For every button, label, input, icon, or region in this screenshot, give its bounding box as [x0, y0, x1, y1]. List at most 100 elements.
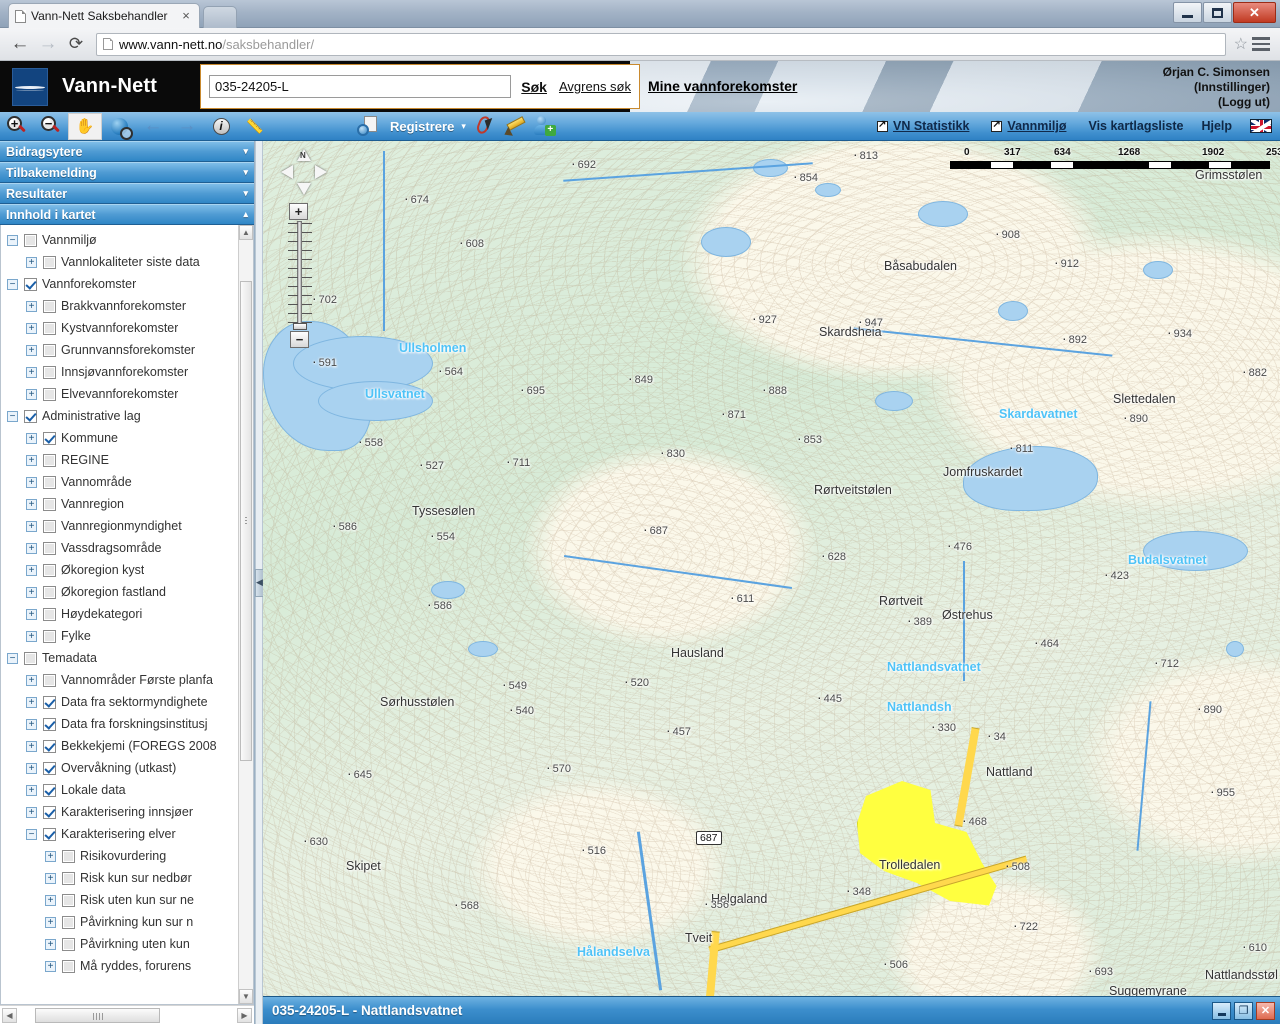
- layer-checkbox[interactable]: [43, 497, 56, 511]
- tree-node[interactable]: + Må ryddes, forurens: [7, 955, 238, 977]
- tree-horizontal-scrollbar[interactable]: ◀ ▶: [0, 1005, 254, 1024]
- layer-checkbox[interactable]: [43, 321, 56, 335]
- scroll-up-icon[interactable]: ▲: [239, 225, 253, 240]
- layer-checkbox[interactable]: [62, 937, 75, 951]
- edit-pencil-icon[interactable]: [501, 116, 528, 140]
- tree-node[interactable]: + Brakkvannforekomster: [7, 295, 238, 317]
- tree-node[interactable]: + Kystvannforekomster: [7, 317, 238, 339]
- draw-line-icon[interactable]: [474, 114, 500, 137]
- expand-icon[interactable]: +: [26, 520, 37, 532]
- advanced-search-link[interactable]: Avgrens søk: [559, 79, 631, 94]
- maximize-button[interactable]: [1203, 2, 1232, 23]
- layer-checkbox[interactable]: [62, 915, 75, 929]
- expand-icon[interactable]: +: [26, 762, 37, 774]
- collapse-icon[interactable]: −: [7, 652, 18, 664]
- tree-node[interactable]: + Innsjøvannforekomster: [7, 361, 238, 383]
- zoom-in-tool-icon[interactable]: +: [0, 113, 34, 140]
- pan-east-icon[interactable]: [315, 165, 327, 179]
- pan-control[interactable]: N: [281, 149, 327, 195]
- back-icon[interactable]: ←: [6, 30, 34, 58]
- user-logout-link[interactable]: (Logg ut): [1163, 95, 1270, 110]
- tree-node[interactable]: + Økoregion kyst: [7, 559, 238, 581]
- minimize-button[interactable]: [1173, 2, 1202, 23]
- scroll-down-icon[interactable]: ▼: [239, 989, 253, 1004]
- browser-menu-icon[interactable]: [1252, 37, 1270, 51]
- layer-checkbox[interactable]: [43, 563, 56, 577]
- layer-checkbox[interactable]: [62, 959, 75, 973]
- measure-tool-icon[interactable]: 📏: [238, 113, 272, 140]
- layer-checkbox[interactable]: [24, 277, 37, 291]
- zoom-out-tool-icon[interactable]: −: [34, 113, 68, 140]
- layer-checkbox[interactable]: [43, 629, 56, 643]
- layer-checkbox[interactable]: [43, 255, 56, 269]
- map-viewport[interactable]: 0 317 634 1268 1902 2536 Meters N: [263, 141, 1280, 1024]
- user-settings-link[interactable]: (Innstillinger): [1163, 80, 1270, 95]
- expand-icon[interactable]: +: [26, 322, 37, 334]
- layer-checkbox[interactable]: [43, 783, 56, 797]
- expand-icon[interactable]: +: [45, 938, 56, 950]
- expand-icon[interactable]: +: [26, 344, 37, 356]
- pan-south-icon[interactable]: [297, 183, 311, 195]
- layer-checkbox[interactable]: [43, 607, 56, 621]
- expand-icon[interactable]: +: [26, 674, 37, 686]
- expand-icon[interactable]: +: [26, 630, 37, 642]
- map-canvas[interactable]: 0 317 634 1268 1902 2536 Meters N: [263, 141, 1280, 1024]
- tree-node[interactable]: + Vannområde: [7, 471, 238, 493]
- expand-icon[interactable]: +: [26, 586, 37, 598]
- hscroll-thumb[interactable]: [35, 1007, 160, 1023]
- address-bar[interactable]: www.vann-nett.no /saksbehandler/: [96, 32, 1226, 56]
- waterbody-close-button[interactable]: ✕: [1256, 1001, 1275, 1020]
- slider-thumb[interactable]: [293, 323, 307, 330]
- pan-tool-icon[interactable]: ✋: [68, 112, 102, 140]
- expand-icon[interactable]: +: [26, 498, 37, 510]
- reload-icon[interactable]: ⟳: [62, 30, 90, 58]
- tree-node[interactable]: + Data fra sektormyndighete: [7, 691, 238, 713]
- tree-node[interactable]: + Høydekategori: [7, 603, 238, 625]
- layer-checkbox[interactable]: [43, 585, 56, 599]
- pan-west-icon[interactable]: [281, 165, 293, 179]
- mine-vannforekomster-link[interactable]: Mine vannforekomster: [648, 78, 797, 94]
- expand-icon[interactable]: +: [26, 564, 37, 576]
- layer-checkbox[interactable]: [43, 519, 56, 533]
- tree-node[interactable]: − Vannforekomster: [7, 273, 238, 295]
- tree-node[interactable]: + Kommune: [7, 427, 238, 449]
- tree-node[interactable]: − Temadata: [7, 647, 238, 669]
- layer-checkbox[interactable]: [62, 849, 75, 863]
- layer-checkbox[interactable]: [43, 475, 56, 489]
- tree-node[interactable]: + Vassdragsområde: [7, 537, 238, 559]
- expand-icon[interactable]: +: [26, 696, 37, 708]
- tree-node[interactable]: + Fylke: [7, 625, 238, 647]
- expand-icon[interactable]: +: [26, 476, 37, 488]
- expand-icon[interactable]: +: [26, 300, 37, 312]
- scroll-thumb[interactable]: [240, 281, 252, 761]
- layer-checkbox[interactable]: [43, 827, 56, 841]
- waterbody-minimize-button[interactable]: [1212, 1001, 1231, 1020]
- tree-node[interactable]: + Risk kun sur nedbør: [7, 867, 238, 889]
- search-button[interactable]: Søk: [521, 79, 547, 95]
- panel-bidragsytere[interactable]: Bidragsytere ▾: [0, 141, 254, 162]
- forward-icon[interactable]: →: [34, 30, 62, 58]
- layer-checkbox[interactable]: [43, 695, 56, 709]
- uk-flag-icon[interactable]: [1250, 119, 1272, 133]
- expand-icon[interactable]: +: [45, 960, 56, 972]
- tree-node[interactable]: + Lokale data: [7, 779, 238, 801]
- previous-extent-icon[interactable]: ←: [136, 113, 170, 140]
- layer-checkbox[interactable]: [62, 893, 75, 907]
- hscroll-track[interactable]: [17, 1007, 237, 1023]
- tree-node[interactable]: + Vannregion: [7, 493, 238, 515]
- expand-icon[interactable]: +: [26, 454, 37, 466]
- tree-node[interactable]: + Bekkekjemi (FOREGS 2008: [7, 735, 238, 757]
- layer-checkbox[interactable]: [43, 541, 56, 555]
- layer-checkbox[interactable]: [24, 651, 37, 665]
- bookmark-star-icon[interactable]: ☆: [1234, 34, 1248, 54]
- collapse-icon[interactable]: −: [7, 410, 18, 422]
- layer-checkbox[interactable]: [43, 365, 56, 379]
- layer-checkbox[interactable]: [43, 431, 56, 445]
- layer-checkbox[interactable]: [43, 453, 56, 467]
- add-user-icon[interactable]: +: [533, 116, 556, 136]
- tree-node[interactable]: + Vannområder Første planfa: [7, 669, 238, 691]
- tree-node[interactable]: + Påvirkning uten kun: [7, 933, 238, 955]
- layer-checkbox[interactable]: [43, 805, 56, 819]
- sidebar-splitter[interactable]: ◀: [255, 141, 264, 1024]
- expand-icon[interactable]: +: [45, 916, 56, 928]
